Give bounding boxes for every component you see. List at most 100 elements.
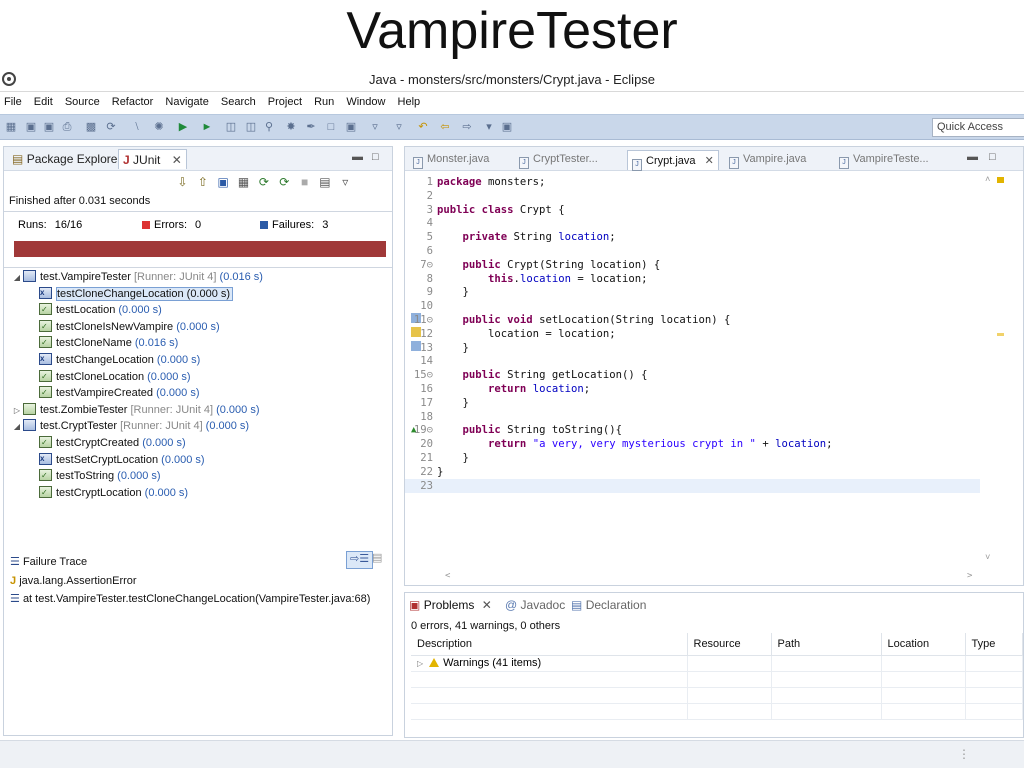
code-line[interactable]: 8 this.location = location; <box>405 272 980 286</box>
debug-icon[interactable]: ✺ <box>152 120 166 134</box>
test-suite-node[interactable]: ◢ test.VampireTester [Runner: JUnit 4] (0… <box>12 269 263 286</box>
new-package-icon[interactable]: ◫ <box>224 120 238 134</box>
previous-failure-icon[interactable]: ⇧ <box>194 175 211 189</box>
scroll-left-icon[interactable]: < <box>445 571 450 581</box>
menu-run[interactable]: Run <box>310 93 339 108</box>
pin-icon[interactable]: ✒ <box>304 120 318 134</box>
test-case-node[interactable]: testVampireCreated (0.000 s) <box>38 385 199 402</box>
scroll-up-icon[interactable]: ˄ <box>985 175 990 185</box>
code-line[interactable]: 19⊝ public String toString(){ <box>405 423 980 437</box>
test-case-node[interactable]: testLocation (0.000 s) <box>38 302 162 319</box>
code-line[interactable]: 23 <box>405 478 980 493</box>
test-case-node[interactable]: testChangeLocation (0.000 s) <box>38 351 200 369</box>
horizontal-scrollbar[interactable]: < > <box>445 571 985 583</box>
menu-source[interactable]: Source <box>61 93 105 108</box>
test-suite-node[interactable]: ▷ test.ZombieTester [Runner: JUnit 4] (0.… <box>12 402 259 419</box>
open-type-icon[interactable]: ◫ <box>244 120 258 134</box>
menu-refactor[interactable]: Refactor <box>108 93 159 108</box>
test-case-node[interactable]: testSetCryptLocation (0.000 s) <box>38 451 205 469</box>
history-icon[interactable]: ▤ <box>316 175 333 189</box>
table-row[interactable]: ▷ Warnings (41 items) <box>411 655 1023 672</box>
menu-search[interactable]: Search <box>217 93 261 108</box>
menu-project[interactable]: Project <box>264 93 307 108</box>
new-icon[interactable]: ▦ <box>4 120 18 134</box>
test-case-node[interactable]: testCryptCreated (0.000 s) <box>38 435 186 452</box>
failures-only-icon[interactable]: ▣ <box>215 175 232 189</box>
tab-vampire-java[interactable]: J Vampire.java <box>725 150 810 170</box>
code-line[interactable]: 22} <box>405 465 980 479</box>
test-case-node[interactable]: testCryptLocation (0.000 s) <box>38 485 188 502</box>
scroll-right-icon[interactable]: > <box>967 571 972 581</box>
close-icon[interactable]: ✕ <box>172 153 182 167</box>
scroll-down-icon[interactable]: ˅ <box>985 553 990 563</box>
tab-javadoc[interactable]: @ Javadoc <box>505 598 565 612</box>
code-line[interactable]: 9 } <box>405 285 980 299</box>
code-line[interactable]: 20 return "a very, very mysterious crypt… <box>405 437 980 451</box>
code-line[interactable]: 21 } <box>405 451 980 465</box>
perspective-icon[interactable]: ▣ <box>500 120 514 134</box>
trace-frame[interactable]: ☰ at test.VampireTester.testCloneChangeL… <box>10 592 370 605</box>
code-line[interactable]: 2 <box>405 189 980 203</box>
format-icon[interactable]: ▣ <box>344 120 358 134</box>
last-edit-icon[interactable]: ↶ <box>416 120 430 134</box>
refresh-icon[interactable]: ⟳ <box>104 120 118 134</box>
test-case-node[interactable]: testCloneIsNewVampire (0.000 s) <box>38 319 220 336</box>
tab-problems[interactable]: ▣ Problems ✕ <box>409 598 492 612</box>
code-line[interactable]: 15⊝ public String getLocation() { <box>405 368 980 382</box>
stop-icon[interactable]: ■ <box>296 175 313 189</box>
close-icon[interactable]: ✕ <box>705 155 714 167</box>
test-case-node[interactable]: testToString (0.000 s) <box>38 468 161 485</box>
marker-icon[interactable]: □ <box>324 120 338 134</box>
next-annotation-icon[interactable]: ▿ <box>368 120 382 134</box>
test-case-node[interactable]: testCloneName (0.016 s) <box>38 335 178 352</box>
print-icon[interactable]: ⎙ <box>60 120 74 134</box>
menu-navigate[interactable]: Navigate <box>161 93 213 108</box>
search-icon[interactable]: ⚲ <box>262 120 276 134</box>
code-line[interactable]: 18 <box>405 410 980 424</box>
code-line[interactable]: 7⊝ public Crypt(String location) { <box>405 258 980 272</box>
code-line[interactable]: 12 location = location; <box>405 327 980 341</box>
test-case-node[interactable]: testCloneChangeLocation (0.000 s) <box>38 285 234 303</box>
column-type[interactable]: Type <box>965 633 1023 656</box>
skip-breakpoints-icon[interactable]: ⧵ <box>130 120 144 134</box>
rerun-icon[interactable]: ⟳ <box>255 175 272 189</box>
tab-crypttester-java[interactable]: J CryptTester... <box>515 150 602 170</box>
scroll-lock-icon[interactable]: ▦ <box>235 175 252 189</box>
maximize-icon[interactable]: □ <box>372 151 379 163</box>
compare-icon[interactable]: ▤ <box>372 551 382 569</box>
rerun-failed-icon[interactable]: ⟳ <box>276 175 293 189</box>
run-external-icon[interactable]: ► <box>200 120 214 134</box>
code-line[interactable]: 14 <box>405 354 980 368</box>
forward-icon[interactable]: ⇨ <box>460 120 474 134</box>
code-area[interactable]: ▲ ˄ ˅ < > 1 package monsters; 2 3 public cla… <box>405 173 1023 581</box>
run-icon[interactable]: ▶ <box>176 120 190 134</box>
code-line[interactable]: 13 } <box>405 341 980 355</box>
code-line[interactable]: 3 public class Crypt { <box>405 203 980 217</box>
close-icon[interactable]: ✕ <box>482 598 492 612</box>
code-line[interactable]: 5 private String location; <box>405 230 980 244</box>
code-line[interactable]: 10 <box>405 299 980 313</box>
column-description[interactable]: Description <box>411 633 688 656</box>
back-icon[interactable]: ⇦ <box>438 120 452 134</box>
column-resource[interactable]: Resource <box>687 633 772 656</box>
filter-stack-icon[interactable]: ⇨☰ <box>346 551 374 569</box>
save-all-icon[interactable]: ▣ <box>42 120 56 134</box>
menu-edit[interactable]: Edit <box>30 93 58 108</box>
menu-help[interactable]: Help <box>394 93 426 108</box>
minimize-icon[interactable]: ▬ <box>352 151 363 163</box>
test-case-node[interactable]: testCloneLocation (0.000 s) <box>38 369 191 386</box>
code-line[interactable]: 17 } <box>405 396 980 410</box>
column-path[interactable]: Path <box>771 633 882 656</box>
tab-package-explorer[interactable]: ▤ Package Explorer <box>8 149 125 169</box>
prev-annotation-icon[interactable]: ▿ <box>392 120 406 134</box>
trace-exception[interactable]: J java.lang.AssertionError <box>10 575 137 587</box>
menu-window[interactable]: Window <box>342 93 390 108</box>
expand-icon[interactable]: ▷ <box>417 659 423 668</box>
expand-toggle-icon[interactable]: ◢ <box>12 270 22 286</box>
tab-crypt-java[interactable]: J Crypt.java ✕ <box>627 150 719 171</box>
test-suite-node[interactable]: ◢ test.CryptTester [Runner: JUnit 4] (0.0… <box>12 418 249 435</box>
maximize-icon[interactable]: □ <box>989 151 996 163</box>
expand-toggle-icon[interactable]: ▷ <box>12 403 22 419</box>
column-location[interactable]: Location <box>881 633 966 656</box>
next-failure-icon[interactable]: ⇩ <box>174 175 191 189</box>
